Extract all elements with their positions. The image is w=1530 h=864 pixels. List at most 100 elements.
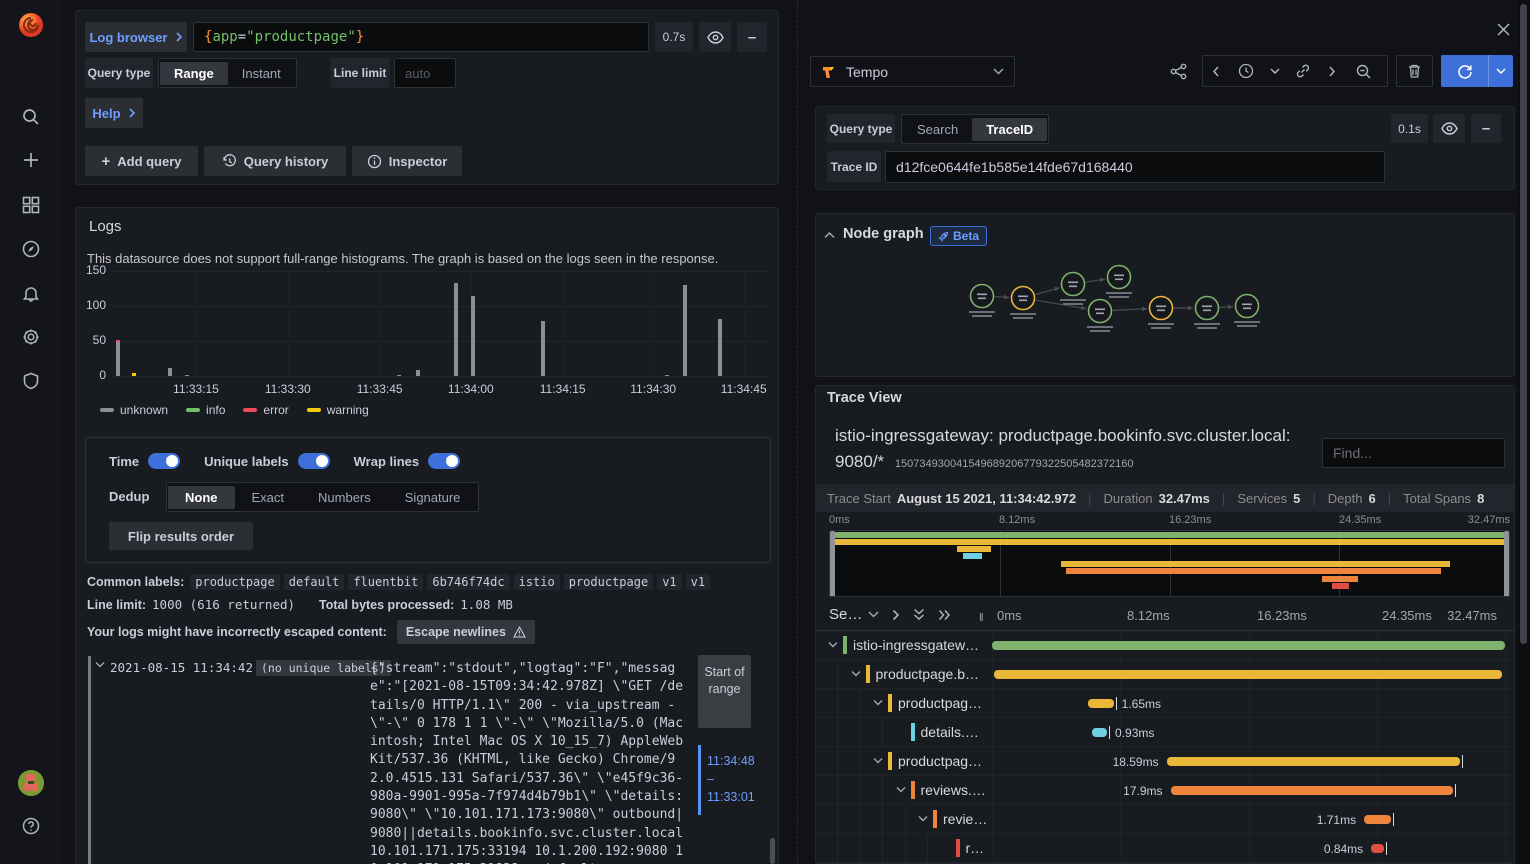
span-row[interactable]: revie…1.71ms (816, 805, 1514, 834)
node-graph-node-7[interactable] (1236, 295, 1259, 318)
span-collapse-caret[interactable] (873, 757, 883, 764)
trace-minimap[interactable] (829, 530, 1510, 597)
dedup-option-exact[interactable]: Exact (235, 486, 302, 509)
legend-item[interactable]: error (243, 403, 288, 417)
legend-item[interactable]: unknown (100, 403, 168, 417)
span-collapse-caret[interactable] (896, 786, 906, 793)
node-graph-collapse-caret[interactable] (822, 229, 836, 241)
span-duration-bar[interactable] (992, 641, 1505, 650)
span-row[interactable]: r…0.84ms (816, 834, 1514, 863)
search-icon[interactable] (21, 107, 41, 127)
datasource-picker[interactable]: Tempo (810, 56, 1015, 87)
span-collapse-caret[interactable] (828, 641, 838, 648)
run-query-button[interactable] (1441, 55, 1488, 87)
node-graph-node-4[interactable] (1089, 300, 1112, 323)
node-label-text (1234, 321, 1260, 323)
log-message[interactable]: {"stream":"stdout","logtag":"F","message… (370, 660, 688, 864)
grafana-logo[interactable] (16, 10, 46, 40)
dedup-option-signature[interactable]: Signature (388, 486, 478, 509)
escape-newlines-button[interactable]: Escape newlines (397, 620, 535, 644)
span-collapse-caret[interactable] (873, 699, 883, 706)
tempo-query-type-traceid[interactable]: TraceID (972, 118, 1047, 141)
help-button[interactable]: Help (85, 98, 143, 128)
node-graph-node-2[interactable] (1062, 273, 1085, 296)
trace-find-input[interactable]: Find... (1322, 438, 1505, 468)
share-button[interactable] (1160, 55, 1196, 87)
collapse-all-icon[interactable] (913, 608, 925, 621)
tempo-query-type-search[interactable]: Search (903, 118, 972, 141)
tempo-remove-query-button[interactable]: – (1471, 114, 1501, 143)
settings-gear-icon[interactable] (21, 327, 41, 347)
dedup-option-numbers[interactable]: Numbers (301, 486, 388, 509)
span-collapse-caret[interactable] (851, 670, 861, 677)
span-row[interactable]: productpag…18.59ms (816, 747, 1514, 776)
remove-query-button[interactable]: – (737, 22, 767, 52)
avatar[interactable] (18, 770, 44, 796)
legend-item[interactable]: warning (307, 403, 369, 417)
query-type-instant[interactable]: Instant (228, 62, 295, 85)
node-graph-node-0[interactable] (971, 285, 994, 308)
close-split-button[interactable] (1494, 20, 1512, 38)
log-row-expand-caret[interactable] (95, 661, 105, 668)
span-duration-bar[interactable] (1088, 699, 1114, 708)
time-picker-caret[interactable] (1263, 56, 1287, 86)
scrollbar-thumb[interactable] (1520, 4, 1527, 644)
inspector-button[interactable]: Inspector (352, 146, 462, 176)
span-row[interactable]: reviews.…17.9ms (816, 776, 1514, 805)
delete-split-button[interactable] (1396, 55, 1433, 87)
log-browser-button[interactable]: Log browser (85, 22, 187, 52)
dashboards-icon[interactable] (21, 195, 41, 215)
span-duration-bar[interactable] (1171, 786, 1454, 795)
span-row[interactable]: productpag…1.65ms (816, 689, 1514, 718)
span-duration-bar[interactable] (994, 670, 1501, 679)
move-right-button[interactable] (1319, 56, 1345, 86)
span-duration-bar[interactable] (1167, 757, 1461, 766)
toggle-query-visibility-button[interactable] (699, 22, 731, 52)
toggle-switch[interactable] (298, 453, 330, 469)
trace-id-input[interactable]: d12fce0644fe1b585e14fde67d168440 (885, 151, 1385, 183)
line-limit-input[interactable]: auto (394, 58, 456, 88)
node-graph-node-6[interactable] (1196, 297, 1219, 320)
run-query-interval-caret[interactable] (1488, 55, 1513, 87)
toggle-switch[interactable] (428, 453, 460, 469)
plus-icon[interactable] (21, 150, 41, 170)
split-pane-divider[interactable] (797, 0, 798, 864)
node-graph-node-3[interactable] (1108, 266, 1131, 289)
node-graph-node-1[interactable] (1012, 287, 1035, 310)
query-history-button[interactable]: Query history (204, 146, 346, 176)
node-graph-node-5[interactable] (1150, 297, 1173, 320)
minimap-left-handle[interactable] (830, 531, 835, 597)
dedup-option-none[interactable]: None (168, 486, 235, 509)
minimap-right-handle[interactable] (1504, 531, 1509, 597)
legend-item[interactable]: info (186, 403, 225, 417)
service-operation-selector[interactable]: Se… (829, 606, 879, 623)
span-row[interactable]: details.…0.93ms (816, 718, 1514, 747)
toggle-switch[interactable] (148, 453, 180, 469)
flip-results-order-button[interactable]: Flip results order (109, 522, 253, 550)
scrollbar-track[interactable] (1518, 0, 1530, 864)
help-icon[interactable] (21, 816, 41, 836)
logql-query-input[interactable]: {app="productpage"} (193, 22, 649, 52)
expand-all-icon[interactable] (938, 609, 951, 621)
left-pane-scrollbar-thumb[interactable] (770, 838, 775, 864)
zoom-out-button[interactable] (1345, 56, 1381, 86)
explore-compass-icon[interactable] (21, 239, 41, 259)
span-collapse-caret[interactable] (918, 815, 928, 822)
admin-shield-icon[interactable] (21, 371, 41, 391)
move-left-button[interactable] (1203, 56, 1229, 86)
node-graph-canvas[interactable] (815, 250, 1515, 372)
span-duration-bar[interactable] (1092, 728, 1107, 737)
query-type-range[interactable]: Range (160, 62, 228, 85)
column-resize-handle[interactable]: ‖ (979, 612, 985, 624)
span-duration-bar[interactable] (1371, 844, 1384, 853)
span-row[interactable]: productpage.b… (816, 660, 1514, 689)
tempo-toggle-visibility-button[interactable] (1433, 114, 1465, 143)
alerting-bell-icon[interactable] (21, 283, 41, 303)
chevron-right-icon[interactable] (892, 609, 900, 621)
y-axis-tick: 150 (86, 263, 106, 277)
add-query-button[interactable]: + Add query (85, 146, 198, 176)
time-picker-button[interactable] (1229, 56, 1263, 86)
span-row[interactable]: istio-ingressgatew… (816, 631, 1514, 660)
sync-timeranges-button[interactable] (1287, 56, 1319, 86)
span-duration-bar[interactable] (1364, 815, 1391, 824)
